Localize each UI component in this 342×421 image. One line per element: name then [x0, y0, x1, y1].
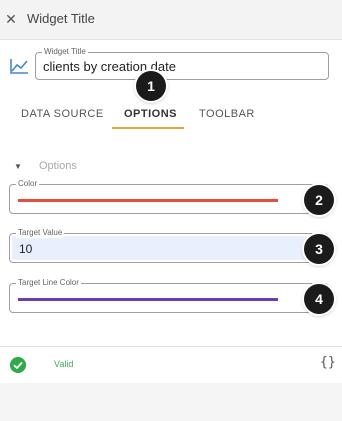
color-label: Color	[16, 179, 40, 189]
status-text: Valid	[54, 359, 74, 369]
color-field[interactable]: Color ✕	[9, 179, 329, 214]
callout-badge-1: 1	[136, 71, 166, 101]
target-line-color-swatch[interactable]	[18, 298, 278, 301]
color-swatch[interactable]	[18, 199, 278, 202]
target-value-field[interactable]: Target Value 10	[9, 228, 329, 263]
callout-badge-2: 2	[304, 185, 334, 215]
callout-badge-4: 4	[304, 284, 334, 314]
line-chart-icon	[10, 59, 28, 74]
options-section-label[interactable]: Options	[39, 160, 77, 172]
target-line-color-label: Target Line Color	[16, 278, 81, 288]
check-circle-icon	[10, 357, 26, 373]
status-footer: Valid {}	[0, 346, 342, 383]
close-icon[interactable]: ✕	[4, 10, 18, 28]
tab-data-source[interactable]: DATA SOURCE	[21, 108, 104, 120]
widget-title-field[interactable]: Widget Title clients by creation date	[35, 47, 329, 80]
json-toggle-button[interactable]: {}	[320, 355, 336, 370]
callout-badge-3: 3	[304, 234, 334, 264]
target-line-color-field[interactable]: Target Line Color ✕	[9, 278, 329, 313]
target-value-label: Target Value	[16, 228, 65, 238]
widget-header: ✕ Widget Title	[0, 0, 342, 40]
target-value-input[interactable]: 10	[19, 242, 32, 256]
header-title: Widget Title	[27, 11, 95, 26]
bottom-area	[0, 383, 342, 421]
tab-toolbar[interactable]: TOOLBAR	[199, 108, 255, 120]
caret-down-icon[interactable]: ▼	[14, 162, 22, 171]
widget-title-label: Widget Title	[42, 47, 88, 57]
tab-options[interactable]: OPTIONS	[124, 108, 177, 120]
active-tab-indicator	[112, 127, 184, 129]
